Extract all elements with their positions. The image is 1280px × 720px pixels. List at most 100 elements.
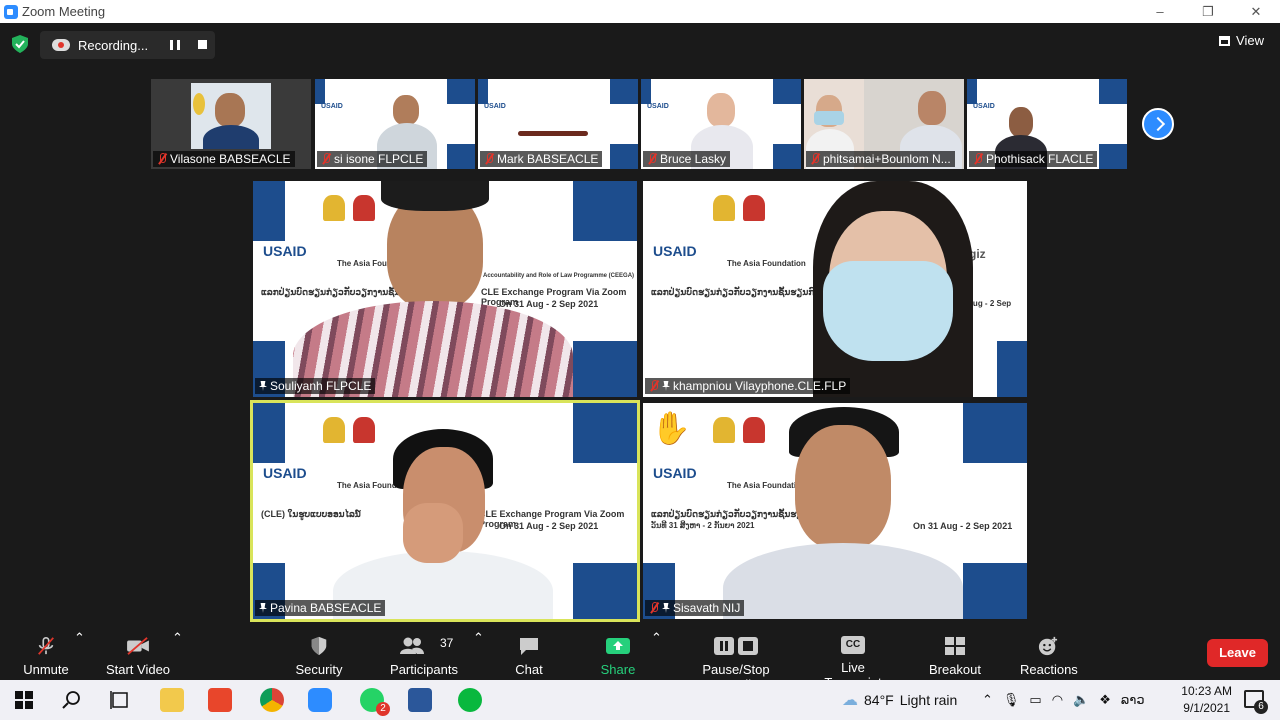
banner-stripe [573, 181, 637, 241]
recording-indicator: Recording... [40, 31, 215, 59]
volume-icon[interactable]: 🔈 [1073, 692, 1089, 708]
asia-foundation-logo: The Asia Foundation [727, 259, 806, 268]
hair [381, 181, 489, 211]
gallery-video-tile[interactable]: USAID The Asia Foundation ແລກປ່ຽນບົດຮຽນກ… [253, 181, 637, 397]
participant-thumbnail[interactable]: USAID Mark BABSEACLE [478, 79, 638, 169]
participant-thumbnail[interactable]: USAID Phothisack FLACLE [967, 79, 1127, 169]
word-icon[interactable] [408, 688, 432, 712]
banner-dates: On 31 Aug - 2 Sep 2021 [499, 299, 599, 309]
reactions-button[interactable]: Reactions [1020, 630, 1078, 680]
participants-caret-icon[interactable]: ⌃ [473, 630, 484, 680]
pause-recording-icon[interactable] [170, 40, 180, 50]
breakout-rooms-icon [945, 637, 965, 655]
participant-thumbnail[interactable]: Vilasone BABSEACLE [151, 79, 311, 169]
banner-stripe [963, 563, 1027, 619]
closed-caption-icon: CC [841, 636, 865, 654]
show-hidden-icons-icon[interactable]: ⌃ [982, 692, 993, 708]
face [393, 95, 419, 125]
search-icon[interactable] [60, 688, 84, 712]
mic-muted-icon [649, 380, 659, 392]
task-view-icon[interactable] [108, 688, 132, 712]
encryption-shield-icon[interactable] [12, 35, 28, 53]
file-explorer-icon[interactable] [160, 688, 184, 712]
banner-logos [713, 417, 765, 443]
office-icon[interactable] [208, 688, 232, 712]
banner-stripe [478, 79, 488, 104]
view-button[interactable]: View [1219, 33, 1264, 48]
raised-hand-icon: ✋ [651, 410, 691, 446]
audio-options-caret-icon[interactable]: ⌃ [74, 630, 85, 680]
windows-start-icon[interactable] [12, 688, 36, 712]
banner-logos [323, 417, 375, 443]
face [795, 425, 891, 549]
whatsapp-badge: 2 [376, 702, 390, 716]
zoom-logo-icon [4, 4, 18, 19]
weather-desc: Light rain [899, 692, 958, 708]
banner-stripe [573, 563, 637, 619]
mic-muted-icon [810, 153, 820, 165]
microphone-icon[interactable]: 🎙 [1003, 692, 1020, 708]
unmute-button[interactable]: Unmute [18, 630, 74, 680]
wechat-icon[interactable] [458, 688, 482, 712]
share-screen-button[interactable]: Share Screen [580, 630, 656, 692]
start-video-button[interactable]: Start Video [104, 630, 172, 680]
chat-button[interactable]: Chat [512, 630, 546, 680]
face [918, 91, 946, 125]
notifications-icon[interactable]: 6 [1244, 690, 1268, 714]
pause-stop-recording-button[interactable]: Pause/Stop Recording [674, 630, 798, 692]
minimize-button[interactable]: – [1136, 0, 1184, 23]
participant-name: Souliyanh FLPCLE [255, 378, 376, 394]
share-screen-icon [606, 638, 630, 654]
close-button[interactable]: ✕ [1232, 0, 1280, 23]
gallery-video-tile[interactable]: USAID The Asia Foundation ແລກປ່ຽນບົດຮຽນກ… [643, 181, 1027, 397]
restore-button[interactable]: ❐ [1184, 0, 1232, 23]
battery-icon[interactable]: ▭ [1029, 692, 1041, 708]
breakout-rooms-button[interactable]: Breakout Rooms [908, 630, 1002, 692]
flower [193, 93, 205, 115]
pin-icon [259, 603, 267, 613]
clock[interactable]: 10:23 AM 9/1/2021 [1181, 683, 1232, 717]
usaid-logo: USAID [263, 465, 307, 481]
gallery-video-tile-active-speaker[interactable]: USAID The Asia Foundation (CLE) ໃນຮູບແບບ… [250, 400, 640, 622]
dropbox-icon[interactable]: ❖ [1099, 692, 1111, 708]
chrome-icon[interactable] [260, 688, 284, 712]
mic-off-icon [38, 637, 54, 655]
video-off-icon [127, 637, 149, 655]
gallery-video-tile[interactable]: USAID The Asia Foundation ແລກປ່ຽນບົດຮຽນກ… [643, 403, 1027, 619]
wifi-icon[interactable]: ◠ [1052, 692, 1063, 708]
video-options-caret-icon[interactable]: ⌃ [172, 630, 183, 680]
banner-logos [713, 195, 765, 221]
share-options-caret-icon[interactable]: ⌃ [651, 630, 662, 680]
usaid-logo: USAID [263, 243, 307, 259]
participant-thumbnail[interactable]: phitsamai+Bounlom N... [804, 79, 964, 169]
usaid-logo: USAID [653, 465, 697, 481]
banner-logos [323, 195, 375, 221]
zoom-taskbar-icon[interactable] [308, 688, 332, 712]
banner-stripe [641, 79, 651, 104]
mic-muted-icon [973, 153, 983, 165]
security-shield-icon [311, 636, 327, 656]
banner-stripe [1099, 144, 1127, 169]
participant-thumbnail[interactable]: USAID si isone FLPCLE [315, 79, 475, 169]
banner-stripe [447, 79, 475, 104]
banner-stripe [967, 79, 977, 104]
asia-foundation-logo: The Asia Foundation [727, 481, 806, 490]
next-page-arrow-icon[interactable] [1142, 108, 1174, 140]
language-indicator[interactable]: ລາວ [1121, 692, 1145, 708]
banner-stripe [253, 181, 285, 241]
pin-icon [259, 381, 267, 391]
live-transcript-button[interactable]: CC Live Transcript [812, 630, 894, 690]
leave-button[interactable]: Leave [1207, 639, 1268, 667]
clock-date: 9/1/2021 [1183, 701, 1230, 715]
participant-thumbnail[interactable]: USAID Bruce Lasky [641, 79, 801, 169]
banner-dates: On 31 Aug - 2 Sep 2021 [913, 521, 1013, 531]
weather-widget[interactable]: ☁ 84°F Light rain [842, 680, 957, 720]
whatsapp-icon[interactable]: 2 [360, 688, 390, 716]
pin-icon [662, 603, 670, 613]
video-feed [191, 83, 271, 149]
security-button[interactable]: Security [292, 630, 346, 680]
participant-name: khampniou Vilayphone.CLE.FLP [645, 378, 851, 394]
stop-recording-icon[interactable] [198, 40, 207, 49]
participant-name: si isone FLPCLE [317, 151, 428, 167]
banner-stripe [610, 144, 638, 169]
